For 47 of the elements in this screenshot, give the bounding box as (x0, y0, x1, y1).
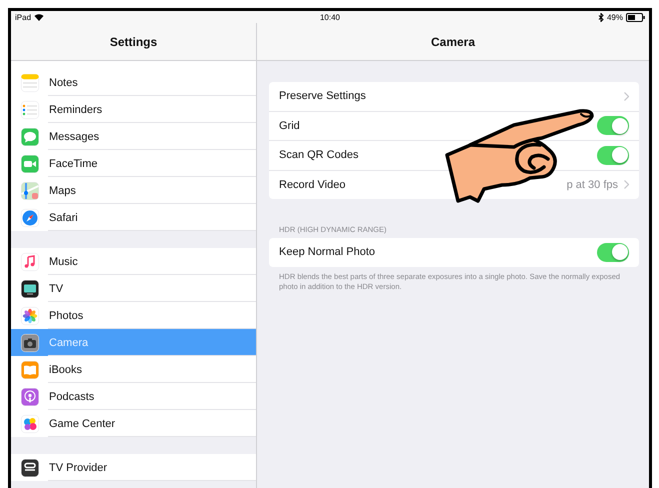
book-icon (21, 360, 39, 378)
tv-provider-icon (21, 458, 39, 476)
sidebar-item-label: Messages (49, 130, 100, 142)
detail-title: Camera (430, 34, 476, 48)
setting-label: Preserve Settings (279, 90, 367, 102)
battery-percent: 49% (606, 12, 623, 22)
sidebar-item-label: Maps (49, 184, 76, 196)
sidebar-item-label: FaceTime (49, 158, 98, 170)
camera-icon (21, 334, 39, 352)
sidebar-item-label: Game Center (49, 418, 116, 430)
sidebar-item-label: Safari (49, 212, 78, 224)
chevron-right-icon[interactable] (624, 180, 629, 190)
setting-label: Record Video (279, 178, 346, 191)
setting-value: p at 30 fps (566, 178, 618, 191)
speech-bubble-icon (21, 128, 39, 146)
toggle-switch[interactable] (597, 146, 629, 165)
toggle-switch[interactable] (597, 116, 629, 136)
sidebar-item-label: Photos (49, 310, 84, 322)
toggle-switch[interactable] (597, 242, 629, 262)
sidebar-item-label: Reminders (49, 104, 102, 116)
battery-icon (626, 12, 645, 22)
sidebar-item-label: TV Provider (49, 462, 108, 474)
bluetooth-icon (598, 12, 604, 22)
sidebar-item-label: Camera (49, 336, 88, 348)
tv-icon (21, 280, 39, 298)
sidebar-item-label: Podcasts (49, 390, 94, 402)
notes-icon (21, 74, 39, 92)
video-camera-icon (21, 154, 39, 172)
flower-icon (21, 306, 39, 324)
wifi-icon (34, 13, 44, 21)
music-note-icon (21, 252, 39, 270)
chevron-right-icon[interactable] (624, 92, 629, 101)
clock-time: 10:40 (320, 12, 340, 22)
sidebar-item-label: Notes (49, 76, 78, 88)
sidebar-title: Settings (110, 34, 158, 48)
device-name: iPad (15, 12, 32, 22)
sidebar-item-label: iBooks (49, 364, 82, 376)
setting-label: Grid (279, 120, 301, 132)
podcast-icon (21, 388, 39, 406)
setting-label: Scan QR Codes (279, 149, 360, 162)
list-icon (21, 100, 39, 118)
bubbles-icon (21, 414, 39, 432)
sidebar-item-label: TV (49, 282, 64, 294)
setting-label: Keep Normal Photo (279, 246, 376, 258)
sidebar-item-label: Music (49, 256, 78, 268)
compass-icon (21, 208, 39, 226)
map-icon (21, 182, 39, 200)
